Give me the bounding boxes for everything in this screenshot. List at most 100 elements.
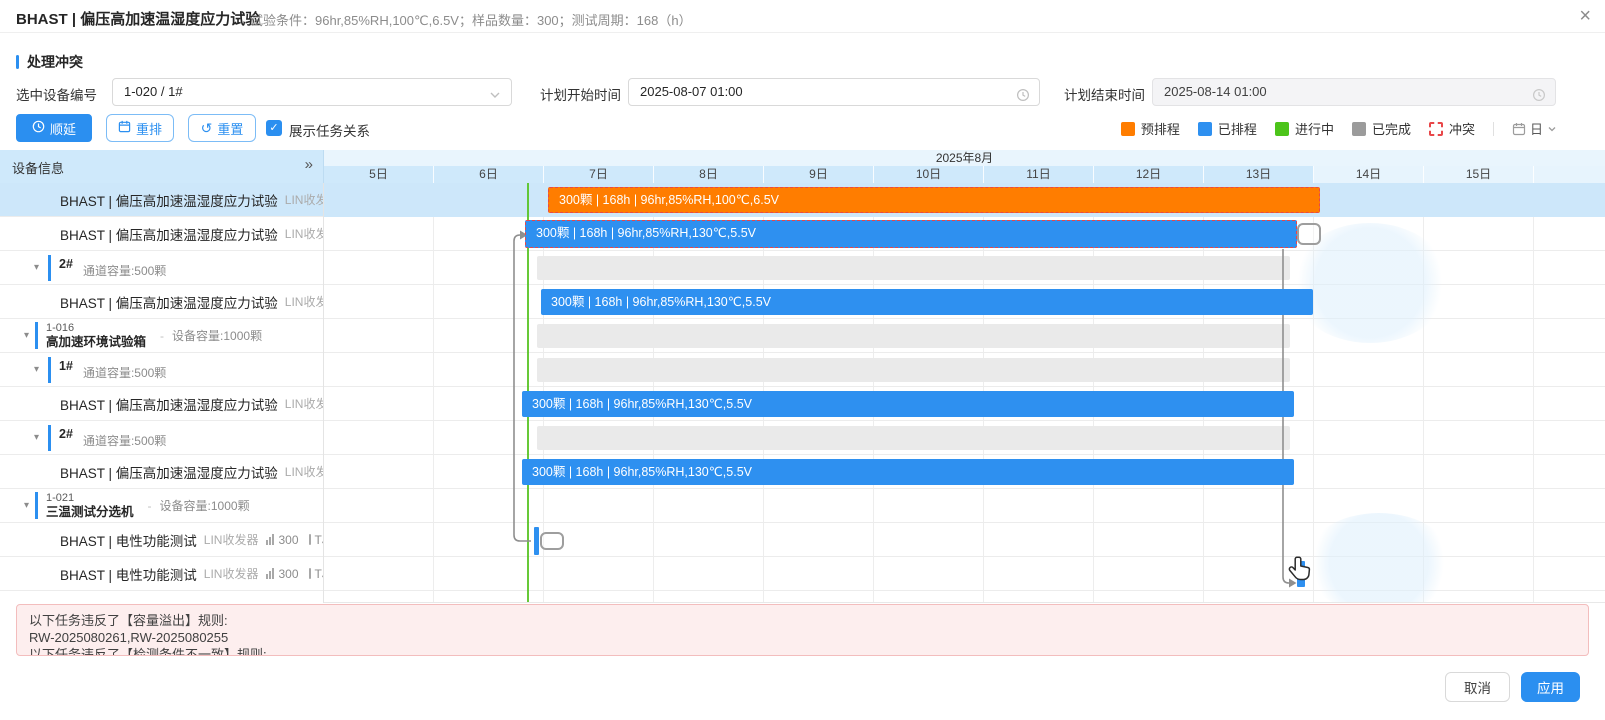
task-row[interactable]: BHAST | 电性功能测试 LIN收发器 300 TJA102 <box>0 557 323 591</box>
day-cell: 11日 <box>984 166 1094 183</box>
task-tag: LIN收发器 <box>285 225 323 242</box>
device-name: 三温测试分选机 <box>46 505 134 519</box>
apply-button[interactable]: 应用 <box>1521 672 1580 702</box>
device-name: 高加速环境试验箱 <box>46 335 146 349</box>
conflict-swatch <box>1429 122 1443 136</box>
channel-row[interactable]: ▾ 1# 通道容量:500颗 <box>0 353 323 387</box>
drag-ghost-handle[interactable] <box>540 532 564 550</box>
legend-label: 预排程 <box>1141 119 1180 138</box>
gantt-bar-prescheduled-conflict[interactable]: 300颗 | 168h | 96hr,85%RH,100℃,6.5V <box>548 187 1320 213</box>
task-tag: LIN收发器 <box>285 395 323 412</box>
timeline-day-header: 5日 6日 7日 8日 9日 10日 11日 12日 13日 14日 15日 <box>324 166 1605 183</box>
undo-icon: ↺ <box>201 121 213 135</box>
section-accent-bar <box>16 55 19 69</box>
device-select[interactable]: 1-020 / 1# <box>112 78 512 106</box>
day-cell-filler <box>1534 166 1605 183</box>
task-name: BHAST | 偏压高加速温湿度应力试验 <box>60 462 278 482</box>
page-title: BHAST | 偏压高加速温湿度应力试验 <box>16 8 260 29</box>
legend-scheduled: 已排程 <box>1198 119 1257 138</box>
channel-capacity: 通道容量:500颗 <box>83 364 166 381</box>
device-row[interactable]: ▾ 1-016 高加速环境试验箱 - 设备容量:1000颗 <box>0 319 323 353</box>
chevron-down-icon[interactable]: ▾ <box>34 364 39 375</box>
device-panel-title: 设备信息 <box>12 158 64 177</box>
day-cell: 12日 <box>1094 166 1204 183</box>
device-code: 1-016 <box>46 322 146 335</box>
channel-row[interactable]: ▾ 2# 通道容量:500颗 <box>0 421 323 455</box>
chevron-down-icon <box>488 85 502 99</box>
show-relations-checkbox[interactable]: ✓ <box>266 120 282 136</box>
scheduled-swatch <box>1198 122 1212 136</box>
task-row[interactable]: BHAST | 偏压高加速温湿度应力试验 LIN收发器 <box>0 387 323 421</box>
chip-name: TJA102 <box>315 533 324 547</box>
device-code: 1-021 <box>46 492 134 505</box>
channel-info: 2# 通道容量:500颗 <box>48 425 166 451</box>
device-row[interactable]: ▾ 1-021 三温测试分选机 - 设备容量:1000颗 <box>0 489 323 523</box>
day-cell: 13日 <box>1204 166 1314 183</box>
task-row[interactable]: BHAST | 偏压高加速温湿度应力试验 LIN收发器 <box>0 455 323 489</box>
channel-info: 2# 通道容量:500颗 <box>48 255 166 281</box>
done-swatch <box>1352 122 1366 136</box>
collapse-panel-icon[interactable]: » <box>305 156 313 173</box>
gantt-bar-label: 300颗 | 168h | 96hr,85%RH,130℃,5.5V <box>551 295 771 309</box>
task-row[interactable]: BHAST | 偏压高加速温湿度应力试验 LIN收发器 <box>0 217 323 251</box>
device-info: 1-021 三温测试分选机 <box>35 492 134 519</box>
status-legend: 预排程 已排程 进行中 已完成 冲突 日 <box>1121 119 1557 138</box>
channel-row[interactable]: ▾ 2# 通道容量:500颗 <box>0 251 323 285</box>
rearrange-button[interactable]: 重排 <box>106 114 174 142</box>
mouse-cursor-hand <box>1288 555 1314 590</box>
end-time-input[interactable]: 2025-08-14 01:00 <box>1152 78 1556 106</box>
task-name: BHAST | 偏压高加速温湿度应力试验 <box>60 224 278 244</box>
gantt-bar-scheduled[interactable]: 300颗 | 168h | 96hr,85%RH,130℃,5.5V <box>541 289 1313 315</box>
legend-running: 进行中 <box>1275 119 1334 138</box>
legend-divider <box>1493 122 1494 136</box>
drag-ghost-handle[interactable] <box>1297 223 1321 245</box>
device-separator: - <box>148 499 152 513</box>
task-name: BHAST | 电性功能测试 <box>60 564 197 584</box>
start-time-value: 2025-08-07 01:00 <box>640 84 743 99</box>
gantt-bar-label: 300颗 | 168h | 96hr,85%RH,100℃,6.5V <box>559 193 779 207</box>
chevron-down-icon[interactable]: ▾ <box>24 330 29 341</box>
channel-code: 2# <box>59 257 73 271</box>
legend-label: 冲突 <box>1449 119 1475 138</box>
task-row[interactable]: BHAST | 偏压高加速温湿度应力试验 LIN收发器 <box>0 285 323 319</box>
view-mode-select[interactable]: 日 <box>1512 119 1557 138</box>
day-cell: 15日 <box>1424 166 1534 183</box>
chevron-down-icon[interactable]: ▾ <box>34 432 39 443</box>
task-name: BHAST | 偏压高加速温湿度应力试验 <box>60 292 278 312</box>
calendar-icon <box>118 120 131 136</box>
chevron-down-icon[interactable]: ▾ <box>34 262 39 273</box>
day-cell: 9日 <box>764 166 874 183</box>
gantt-bar-scheduled-conflict[interactable]: 300颗 | 168h | 96hr,85%RH,130℃,5.5V <box>525 220 1297 248</box>
channel-code: 1# <box>59 359 73 373</box>
legend-conflict: 冲突 <box>1429 119 1475 138</box>
preschedule-swatch <box>1121 122 1135 136</box>
legend-label: 已排程 <box>1218 119 1257 138</box>
task-tag: LIN收发器 <box>285 293 323 310</box>
end-time-value: 2025-08-14 01:00 <box>1164 84 1267 99</box>
calendar-icon <box>1512 122 1526 136</box>
defer-button[interactable]: 顺延 <box>16 114 92 142</box>
device-select-label: 选中设备编号 <box>16 84 97 104</box>
task-tag: LIN收发器 <box>204 531 259 548</box>
task-row-selected[interactable]: BHAST | 偏压高加速温湿度应力试验 LIN收发器 <box>0 183 323 217</box>
end-time-label: 计划结束时间 <box>1064 84 1145 104</box>
gantt-bar-mini[interactable] <box>534 527 539 555</box>
day-cell: 7日 <box>544 166 654 183</box>
day-cell: 14日 <box>1314 166 1424 183</box>
task-row[interactable]: BHAST | 电性功能测试 LIN收发器 300 TJA102 <box>0 523 323 557</box>
day-cell: 8日 <box>654 166 764 183</box>
task-tag: LIN收发器 <box>204 565 259 582</box>
gantt-bar-scheduled[interactable]: 300颗 | 168h | 96hr,85%RH,130℃,5.5V <box>522 459 1294 485</box>
start-time-input[interactable]: 2025-08-07 01:00 <box>628 78 1040 106</box>
task-tag: LIN收发器 <box>285 463 323 480</box>
gantt-bar-scheduled[interactable]: 300颗 | 168h | 96hr,85%RH,130℃,5.5V <box>522 391 1294 417</box>
cancel-button[interactable]: 取消 <box>1445 672 1510 702</box>
chevron-down-icon[interactable]: ▾ <box>24 500 29 511</box>
device-panel-header: 设备信息 » <box>0 150 324 183</box>
modal-header: BHAST | 偏压高加速温湿度应力试验 试验条件：96hr,85%RH,100… <box>0 0 1605 33</box>
reset-button[interactable]: ↺ 重置 <box>188 114 256 142</box>
close-icon[interactable]: × <box>1579 4 1591 28</box>
legend-done: 已完成 <box>1352 119 1411 138</box>
gantt-bar-label: 300颗 | 168h | 96hr,85%RH,130℃,5.5V <box>532 465 752 479</box>
gantt-bar-label: 300颗 | 168h | 96hr,85%RH,130℃,5.5V <box>536 226 756 240</box>
